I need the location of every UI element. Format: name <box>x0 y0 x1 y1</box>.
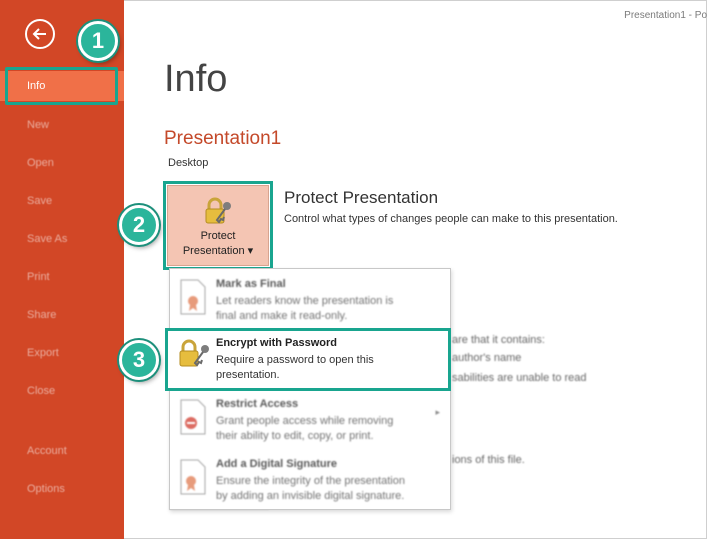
menu-item-encrypt-with-password[interactable]: Encrypt with Password Require a password… <box>165 328 451 391</box>
step-badge-3: 3 <box>119 340 159 380</box>
menu-item-description: Ensure the integrity of the presentation… <box>216 474 416 504</box>
protect-description: Control what types of changes people can… <box>284 213 618 225</box>
menu-item-description: Grant people access while removing their… <box>216 414 416 444</box>
sidebar-item-export[interactable]: Export <box>0 338 124 368</box>
step-badge-2: 2 <box>119 205 159 245</box>
menu-desc-line: Require a password to open this <box>216 354 374 366</box>
sidebar-item-new[interactable]: New <box>0 110 124 140</box>
sidebar-item-label: Save <box>27 195 53 207</box>
menu-desc-line: Let readers know the presentation is <box>216 295 394 307</box>
window-title: Presentation1 - Po <box>624 10 707 21</box>
sidebar-item-save-as[interactable]: Save As <box>0 224 124 254</box>
back-button[interactable] <box>25 19 55 49</box>
lock-key-icon <box>179 339 209 367</box>
no-entry-icon <box>180 399 206 435</box>
menu-desc-line: presentation. <box>216 369 280 381</box>
sidebar-item-label: Account <box>27 445 67 457</box>
document-ribbon-icon <box>180 279 206 315</box>
menu-desc-line: Grant people access while removing <box>216 415 394 427</box>
background-text: ions of this file. <box>452 454 525 466</box>
sidebar-item-label: Share <box>27 309 57 321</box>
menu-item-description: Let readers know the presentation is fin… <box>216 294 416 324</box>
protect-highlight-box <box>163 181 273 270</box>
sidebar-item-save[interactable]: Save <box>0 186 124 216</box>
info-highlight-box <box>5 67 118 105</box>
menu-desc-line: their ability to edit, copy, or print. <box>216 430 374 442</box>
menu-item-title: Encrypt with Password <box>216 337 338 349</box>
chevron-right-icon: ▸ <box>435 407 440 417</box>
menu-item-mark-as-final[interactable]: Mark as Final Let readers know the prese… <box>170 269 450 327</box>
menu-desc-line: final and make it read-only. <box>216 310 348 322</box>
menu-item-restrict-access[interactable]: Restrict Access Grant people access whil… <box>170 389 450 447</box>
document-location: Desktop <box>168 157 209 169</box>
signature-icon <box>180 459 206 495</box>
protect-heading: Protect Presentation <box>284 188 439 207</box>
sidebar-item-label: Options <box>27 483 65 495</box>
menu-desc-line: Ensure the integrity of the presentation <box>216 475 405 487</box>
sidebar-item-share[interactable]: Share <box>0 300 124 330</box>
step-badge-1: 1 <box>78 21 118 61</box>
sidebar-item-label: Close <box>27 385 56 397</box>
menu-item-title: Mark as Final <box>216 278 286 290</box>
sidebar-item-label: Save As <box>27 233 68 245</box>
sidebar-item-close[interactable]: Close <box>0 376 124 406</box>
background-text: are that it contains: <box>452 334 545 346</box>
sidebar-item-label: Print <box>27 271 50 283</box>
page-title: Info <box>164 58 228 100</box>
sidebar-item-label: Open <box>27 157 54 169</box>
background-text: sabilities are unable to read <box>452 372 587 384</box>
menu-item-digital-signature[interactable]: Add a Digital Signature Ensure the integ… <box>170 449 450 507</box>
sidebar-item-print[interactable]: Print <box>0 262 124 292</box>
document-name: Presentation1 <box>164 128 282 149</box>
sidebar-item-account[interactable]: Account <box>0 436 124 466</box>
background-text: author's name <box>452 352 522 364</box>
menu-item-title: Add a Digital Signature <box>216 458 338 470</box>
sidebar-item-options[interactable]: Options <box>0 474 124 504</box>
menu-desc-line: by adding an invisible digital signature… <box>216 490 405 502</box>
menu-item-description: Require a password to open this presenta… <box>216 353 374 383</box>
menu-item-title: Restrict Access <box>216 398 299 410</box>
sidebar-item-open[interactable]: Open <box>0 148 124 178</box>
back-arrow-icon <box>32 28 46 40</box>
sidebar-item-label: New <box>27 119 50 131</box>
sidebar-item-label: Export <box>27 347 59 359</box>
